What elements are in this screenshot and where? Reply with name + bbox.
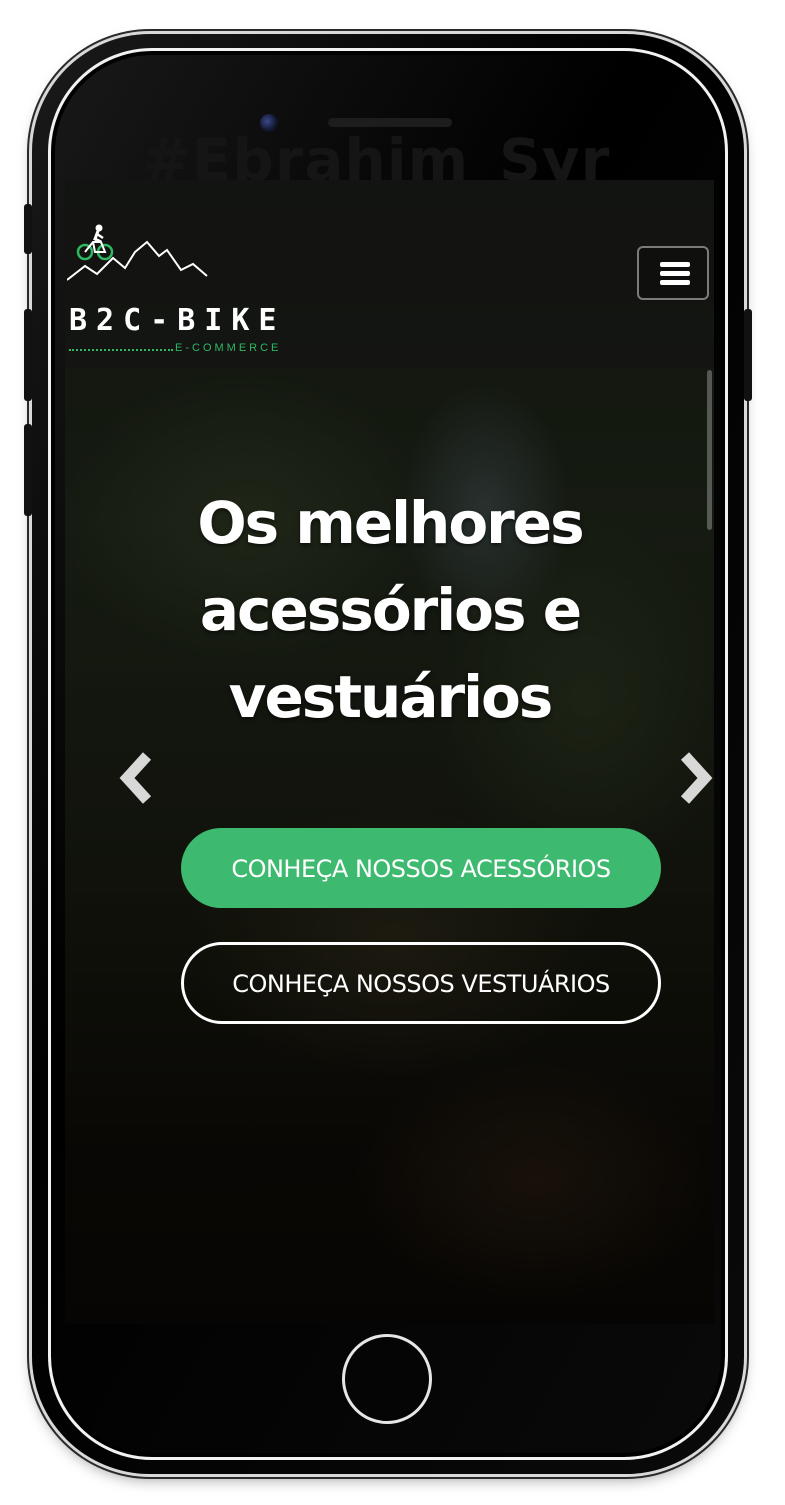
cyclist-mountain-icon [67, 224, 208, 281]
navbar: B2C-BIKE E-COMMERCE [65, 180, 714, 368]
power-button [744, 309, 752, 401]
volume-up-button [24, 309, 32, 401]
chevron-left-icon [119, 752, 152, 804]
phone-frame: #Ebrahim_Syr B2C-BIKE E-COMMERCE Os melh… [24, 34, 752, 1474]
silent-switch [24, 204, 32, 254]
logo-wordmark: B2C-BIKE [69, 303, 286, 338]
menu-toggle-button[interactable] [637, 246, 709, 300]
shop-accessories-button[interactable]: CONHEÇA NOSSOS ACESSÓRIOS [181, 828, 661, 908]
logo-tagline: E-COMMERCE [175, 342, 282, 354]
scrollbar-thumb[interactable] [707, 370, 712, 530]
hamburger-menu-icon-bar [660, 280, 690, 285]
logo-dotted-line [69, 349, 173, 351]
hero-title: Os melhores acessórios e vestuários [197, 489, 584, 731]
phone-screen: B2C-BIKE E-COMMERCE Os melhores acessóri… [65, 180, 714, 1324]
hamburger-menu-icon-bar [660, 271, 690, 276]
home-button[interactable] [342, 1334, 432, 1424]
chevron-right-icon [680, 752, 713, 804]
volume-down-button [24, 424, 32, 516]
shop-apparel-button[interactable]: CONHEÇA NOSSOS VESTUÁRIOS [181, 942, 661, 1024]
carousel-prev-button[interactable] [113, 748, 163, 808]
brand-logo[interactable]: B2C-BIKE E-COMMERCE [67, 218, 317, 354]
carousel-next-button[interactable] [675, 748, 714, 808]
hamburger-menu-icon [660, 262, 690, 267]
